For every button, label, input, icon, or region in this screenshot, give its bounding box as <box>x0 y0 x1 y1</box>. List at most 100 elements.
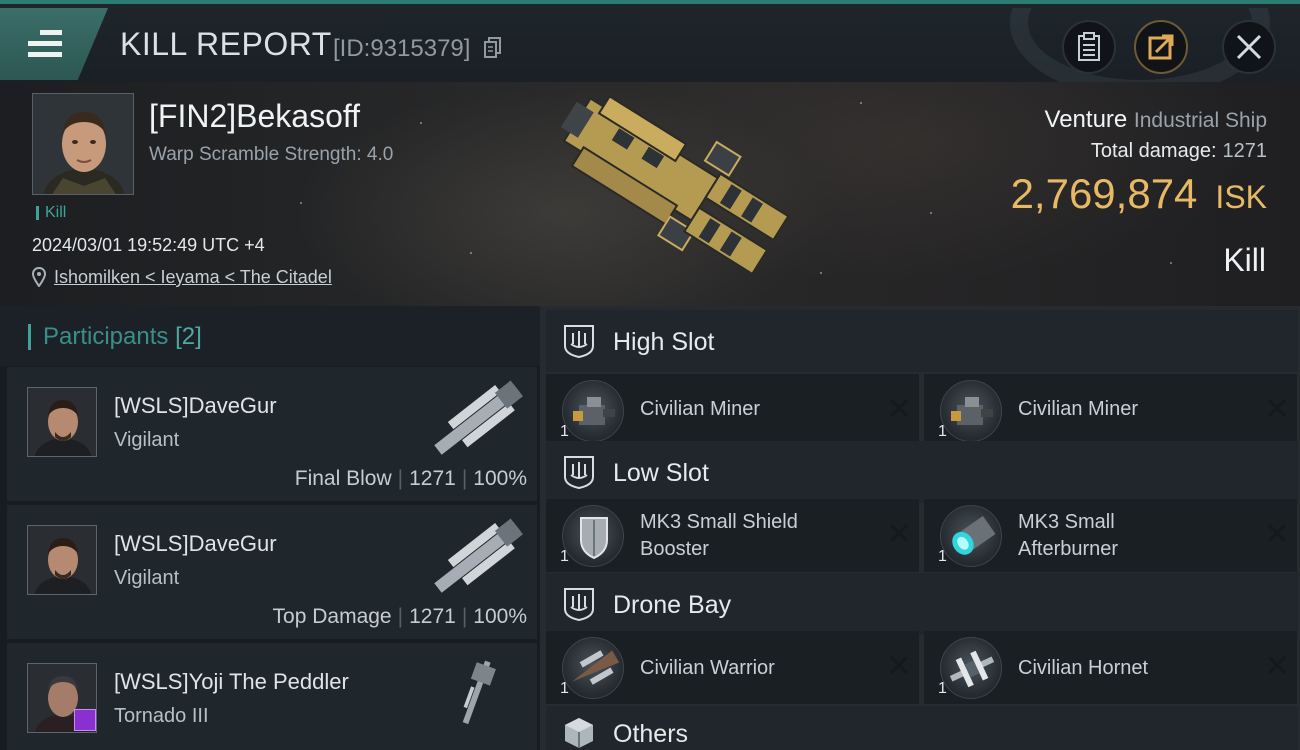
module-name-line1: MK3 Small Shield <box>640 511 798 533</box>
close-button[interactable] <box>1222 20 1276 74</box>
victim-ship-class: Industrial Ship <box>1133 109 1267 132</box>
section-label: Drone Bay <box>613 591 732 619</box>
slot-shield-icon <box>564 456 594 489</box>
share-button[interactable] <box>1134 20 1188 74</box>
module-quantity: 1 <box>560 680 569 697</box>
module-item[interactable]: 1 Civilian Miner <box>546 374 919 447</box>
isk-amount: 2,769,874 <box>1010 170 1198 217</box>
report-id: [ID:9315379] <box>333 35 471 62</box>
participants-header: Participants [2] <box>0 306 540 366</box>
module-name-line1: MK3 Small <box>1018 511 1115 533</box>
corp-badge-icon <box>74 709 96 731</box>
participants-title: Participants [2] <box>28 324 202 350</box>
module-item[interactable]: 1 Civilian Warrior <box>546 631 919 704</box>
clipboard-button[interactable] <box>1062 20 1116 74</box>
section-drone-bay: Drone Bay <box>546 573 1298 635</box>
section-label: High Slot <box>613 328 715 356</box>
x-icon[interactable] <box>889 523 909 543</box>
participants-count: [2] <box>175 323 202 350</box>
module-name: Civilian Hornet <box>1018 657 1149 679</box>
participant-percent: 100% <box>473 605 527 628</box>
participant-ship: Vigilant <box>114 567 180 589</box>
isk-value: 2,769,874 ISK <box>1011 170 1267 218</box>
module-item[interactable]: 1 MK3 Small Shield Booster <box>546 499 919 572</box>
kill-result: Kill <box>1223 242 1266 278</box>
x-icon[interactable] <box>1267 523 1287 543</box>
section-high-slot: High Slot <box>546 310 1298 372</box>
participant-name: [WSLS]DaveGur <box>114 393 277 418</box>
participant-avatar[interactable] <box>27 525 97 595</box>
drone-warrior-icon <box>562 637 624 699</box>
victim-ship-image <box>560 94 790 276</box>
victim-ship-type: Venture Industrial Ship <box>1045 106 1267 134</box>
participant-avatar[interactable] <box>27 387 97 457</box>
x-icon[interactable] <box>1267 655 1287 675</box>
module-quantity: 1 <box>560 423 569 440</box>
module-name: MK3 Small Afterburner <box>1018 509 1118 563</box>
module-quantity: 1 <box>938 548 947 565</box>
close-icon <box>1236 34 1262 60</box>
fitting-panel: High Slot 1 Civilian Miner 1 Civilian Mi… <box>540 306 1300 750</box>
hamburger-menu-icon <box>28 30 62 57</box>
afterburner-icon <box>940 505 1002 567</box>
module-quantity: 1 <box>938 423 947 440</box>
participant-name: [WSLS]DaveGur <box>114 531 277 556</box>
total-damage-label: Total damage: <box>1090 140 1217 162</box>
participant-row[interactable]: [WSLS]DaveGur Vigilant Final Blow | 1271 | 1… <box>7 367 537 501</box>
cube-icon <box>565 718 593 748</box>
x-icon[interactable] <box>1267 398 1287 418</box>
participant-ship-image <box>434 518 523 593</box>
participant-row[interactable]: [WSLS]DaveGur Vigilant Top Damage | 1271 | 1… <box>7 505 537 639</box>
kill-type-tag: Kill <box>36 205 66 221</box>
victim-name: [FIN2]Bekasoff <box>149 98 361 134</box>
module-name-line2: Booster <box>640 538 709 560</box>
slot-shield-icon <box>564 588 594 621</box>
participant-ship: Tornado III <box>114 705 209 727</box>
participant-portrait-image <box>28 526 96 594</box>
participant-tag: Final Blow <box>294 467 392 490</box>
module-item[interactable]: 1 MK3 Small Afterburner <box>924 499 1297 572</box>
participant-damage: 1271 <box>409 467 456 490</box>
participants-panel: Participants [2] [WSLS]DaveGur Vigilant <box>0 306 540 750</box>
victim-avatar-image <box>33 94 133 194</box>
x-icon[interactable] <box>889 398 909 418</box>
module-quantity: 1 <box>938 680 947 697</box>
victim-ship-name: Venture <box>1044 106 1128 133</box>
drone-hornet-icon <box>940 637 1002 699</box>
participant-stats: Final Blow | 1271 | 100% <box>294 467 527 490</box>
location-link[interactable]: Ishomilken < Ieyama < The Citadel <box>54 267 332 288</box>
section-others: Others <box>546 706 1298 750</box>
total-damage: Total damage: 1271 <box>1091 140 1267 163</box>
top-bar: KILL REPORT [ID:9315379] <box>0 0 1300 86</box>
section-low-slot: Low Slot <box>546 441 1298 503</box>
victim-portrait[interactable] <box>32 93 134 195</box>
location-pin-icon <box>32 267 46 287</box>
slot-shield-icon <box>564 325 594 358</box>
x-icon[interactable] <box>889 655 909 675</box>
warp-scramble-strength: Warp Scramble Strength: 4.0 <box>149 144 394 165</box>
section-label: Others <box>613 720 689 748</box>
victim-panel: [FIN2]Bekasoff Warp Scramble Strength: 4… <box>0 82 1300 306</box>
total-damage-value: 1271 <box>1222 140 1268 162</box>
participant-ship-image <box>434 380 523 455</box>
module-name: Civilian Miner <box>640 398 761 420</box>
clipboard-icon <box>1078 32 1100 61</box>
participant-stats: Top Damage | 1271 | 100% <box>272 605 527 628</box>
participant-percent: 100% <box>473 467 527 490</box>
module-item[interactable]: 1 Civilian Hornet <box>924 631 1297 704</box>
copy-icon[interactable] <box>484 37 502 59</box>
page-title: KILL REPORT <box>120 26 332 62</box>
shield-booster-icon <box>562 505 624 567</box>
menu-button[interactable] <box>0 8 108 80</box>
participant-name: [WSLS]Yoji The Peddler <box>114 669 349 694</box>
module-quantity: 1 <box>560 548 569 565</box>
module-name-line2: Afterburner <box>1018 538 1119 560</box>
section-label: Low Slot <box>613 459 709 487</box>
kill-timestamp: 2024/03/01 19:52:49 UTC +4 <box>32 235 265 255</box>
participant-row[interactable]: [WSLS]Yoji The Peddler Tornado III <box>7 643 537 750</box>
participant-ship: Vigilant <box>114 429 180 451</box>
mining-laser-icon <box>940 380 1002 442</box>
isk-currency: ISK <box>1215 179 1267 215</box>
module-name: MK3 Small Shield Booster <box>640 509 798 563</box>
module-item[interactable]: 1 Civilian Miner <box>924 374 1297 447</box>
